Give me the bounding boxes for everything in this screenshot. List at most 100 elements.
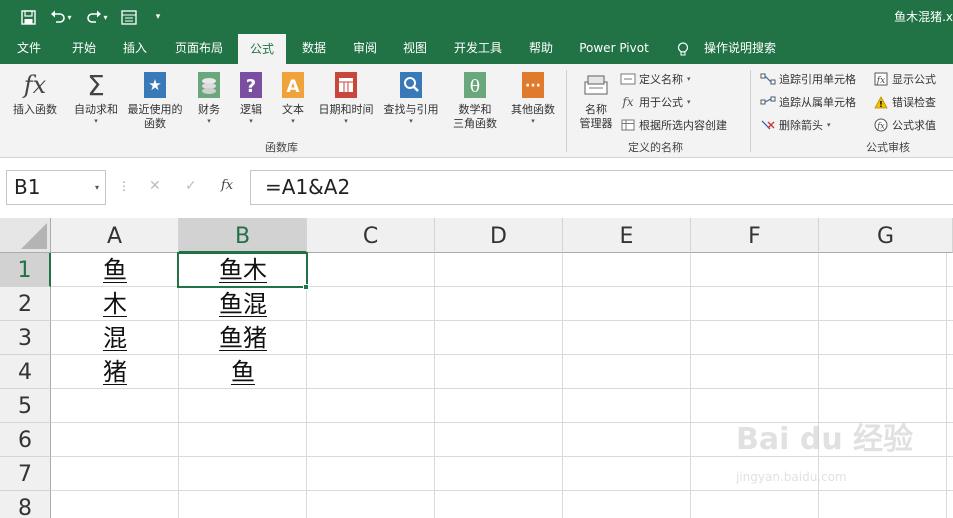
- more-functions-button[interactable]: ··· 其他函数 ▾: [506, 70, 560, 126]
- column-header-a[interactable]: A: [51, 218, 179, 253]
- svg-text:!: !: [879, 100, 883, 109]
- star-book-icon: ★: [141, 70, 169, 100]
- lightbulb-icon: [677, 42, 689, 56]
- svg-text:?: ?: [246, 76, 256, 97]
- chevron-down-icon: ▾: [291, 117, 295, 125]
- chevron-down-icon: ▾: [687, 98, 691, 106]
- create-from-selection-button[interactable]: 根据所选内容创建: [620, 115, 727, 135]
- chevron-down-icon: ▾: [827, 121, 831, 129]
- tab-page-layout[interactable]: 页面布局: [167, 34, 231, 64]
- svg-text:fx: fx: [876, 122, 885, 131]
- resize-handle-icon[interactable]: ⋮: [118, 179, 130, 193]
- define-name-button[interactable]: 定义名称 ▾: [620, 69, 691, 89]
- chevron-down-icon: ▾: [409, 117, 413, 125]
- redo-icon[interactable]: ▾: [84, 7, 110, 27]
- column-header-d[interactable]: D: [435, 218, 563, 253]
- row-header-3[interactable]: 3: [0, 321, 51, 355]
- lookup-book-icon: [397, 70, 425, 100]
- name-box[interactable]: B1 ▾: [6, 170, 106, 205]
- select-all-button[interactable]: [0, 218, 51, 253]
- insert-function-button[interactable]: fx 插入函数: [6, 70, 64, 117]
- column-header-b[interactable]: B: [179, 218, 307, 253]
- save-icon[interactable]: [17, 7, 39, 27]
- error-checking-button[interactable]: ! 错误检查: [873, 92, 936, 112]
- tab-review[interactable]: 审阅: [343, 34, 387, 64]
- baidu-logo: Bai du 经验: [736, 422, 914, 457]
- worksheet-grid[interactable]: A B C D E F G 1 2 3 4 5 6 7 8 鱼 木 混 猪 鱼木…: [0, 218, 953, 518]
- fx-icon: fx: [23, 71, 47, 99]
- logic-book-icon: ?: [237, 70, 265, 100]
- column-header-f[interactable]: F: [691, 218, 819, 253]
- chevron-down-icon: ▾: [531, 117, 535, 125]
- svg-text:θ: θ: [470, 77, 480, 97]
- name-manager-button[interactable]: 名称 管理器: [574, 70, 618, 131]
- row-header-5[interactable]: 5: [0, 389, 51, 423]
- trace-precedents-button[interactable]: 追踪引用单元格: [760, 69, 856, 89]
- recently-used-button[interactable]: ★ 最近使用的 函数: [124, 70, 186, 131]
- remove-arrows-button[interactable]: 删除箭头 ▾: [760, 115, 831, 135]
- group-label-function-library: 函数库: [265, 141, 298, 154]
- row-header-4[interactable]: 4: [0, 355, 51, 389]
- baidu-watermark: Bai du 经验 jingyan.baidu.com: [728, 412, 953, 492]
- cell-a4[interactable]: 猪: [51, 355, 179, 389]
- form-icon[interactable]: [118, 7, 140, 27]
- tab-developer[interactable]: 开发工具: [447, 34, 509, 64]
- trace-dependents-button[interactable]: 追踪从属单元格: [760, 92, 856, 112]
- use-in-formula-button[interactable]: 𝑓x 用于公式 ▾: [620, 92, 691, 112]
- row-header-8[interactable]: 8: [0, 491, 51, 518]
- date-time-button[interactable]: 日期和时间 ▾: [316, 70, 376, 126]
- column-header-e[interactable]: E: [563, 218, 691, 253]
- table-grid-icon: [620, 118, 636, 132]
- insert-function-icon[interactable]: fx: [221, 178, 233, 193]
- row-header-2[interactable]: 2: [0, 287, 51, 321]
- evaluate-formula-button[interactable]: fx 公式求值: [873, 115, 936, 135]
- group-separator: [750, 70, 751, 152]
- enter-icon[interactable]: ✓: [185, 178, 197, 194]
- logical-button[interactable]: ? 逻辑 ▾: [234, 70, 268, 126]
- svg-text:fx: fx: [876, 76, 885, 86]
- title-bar: ▾ ▾ ▾ 鱼木混猪.x: [0, 0, 953, 34]
- svg-text:★: ★: [148, 76, 161, 94]
- row-header-1[interactable]: 1: [0, 253, 51, 287]
- define-name-icon: [620, 72, 636, 86]
- lookup-reference-button[interactable]: 查找与引用 ▾: [380, 70, 442, 126]
- tab-help[interactable]: 帮助: [519, 34, 563, 64]
- cancel-icon[interactable]: ✕: [149, 178, 161, 194]
- row-header-6[interactable]: 6: [0, 423, 51, 457]
- cell-a3[interactable]: 混: [51, 321, 179, 355]
- financial-button[interactable]: 财务 ▾: [192, 70, 226, 126]
- cell-b3[interactable]: 鱼猪: [179, 321, 307, 355]
- ribbon-tabs: 文件 开始 插入 页面布局 公式 数据 审阅 视图 开发工具 帮助 Power …: [0, 34, 953, 64]
- tab-home[interactable]: 开始: [61, 34, 107, 64]
- fill-handle[interactable]: [303, 284, 309, 290]
- autosum-button[interactable]: Σ 自动求和 ▾: [70, 69, 122, 126]
- tab-file[interactable]: 文件: [6, 34, 52, 64]
- tell-me-search[interactable]: 操作说明搜索: [700, 34, 780, 64]
- tab-insert[interactable]: 插入: [112, 34, 158, 64]
- row-header-7[interactable]: 7: [0, 457, 51, 491]
- show-formulas-button[interactable]: fx 显示公式: [873, 69, 936, 89]
- excel-window: ▾ ▾ ▾ 鱼木混猪.x 文件 开始 插入 页面布局 公式 数据 审阅 视图 开…: [0, 0, 953, 518]
- text-button[interactable]: A 文本 ▾: [276, 70, 310, 126]
- math-trig-button[interactable]: θ 数学和 三角函数: [446, 70, 504, 131]
- watermark-url: jingyan.baidu.com: [736, 470, 847, 484]
- undo-icon[interactable]: ▾: [48, 7, 74, 27]
- customize-icon[interactable]: ▾: [147, 7, 169, 27]
- gridline: [690, 253, 691, 518]
- tab-power-pivot[interactable]: Power Pivot: [575, 34, 653, 64]
- cell-b2[interactable]: 鱼混: [179, 287, 307, 321]
- chevron-down-icon[interactable]: ▾: [95, 171, 99, 204]
- tab-data[interactable]: 数据: [292, 34, 336, 64]
- formula-input[interactable]: =A1&A2: [250, 170, 953, 205]
- column-header-g[interactable]: G: [819, 218, 953, 253]
- column-header-c[interactable]: C: [307, 218, 435, 253]
- chevron-down-icon: ▾: [687, 75, 691, 83]
- tab-formulas[interactable]: 公式: [238, 34, 286, 64]
- chevron-down-icon: ▾: [207, 117, 211, 125]
- cell-a1[interactable]: 鱼: [51, 253, 179, 287]
- select-all-icon: [21, 223, 47, 249]
- cell-b4[interactable]: 鱼: [179, 355, 307, 389]
- gridline: [562, 253, 563, 518]
- cell-a2[interactable]: 木: [51, 287, 179, 321]
- tab-view[interactable]: 视图: [393, 34, 437, 64]
